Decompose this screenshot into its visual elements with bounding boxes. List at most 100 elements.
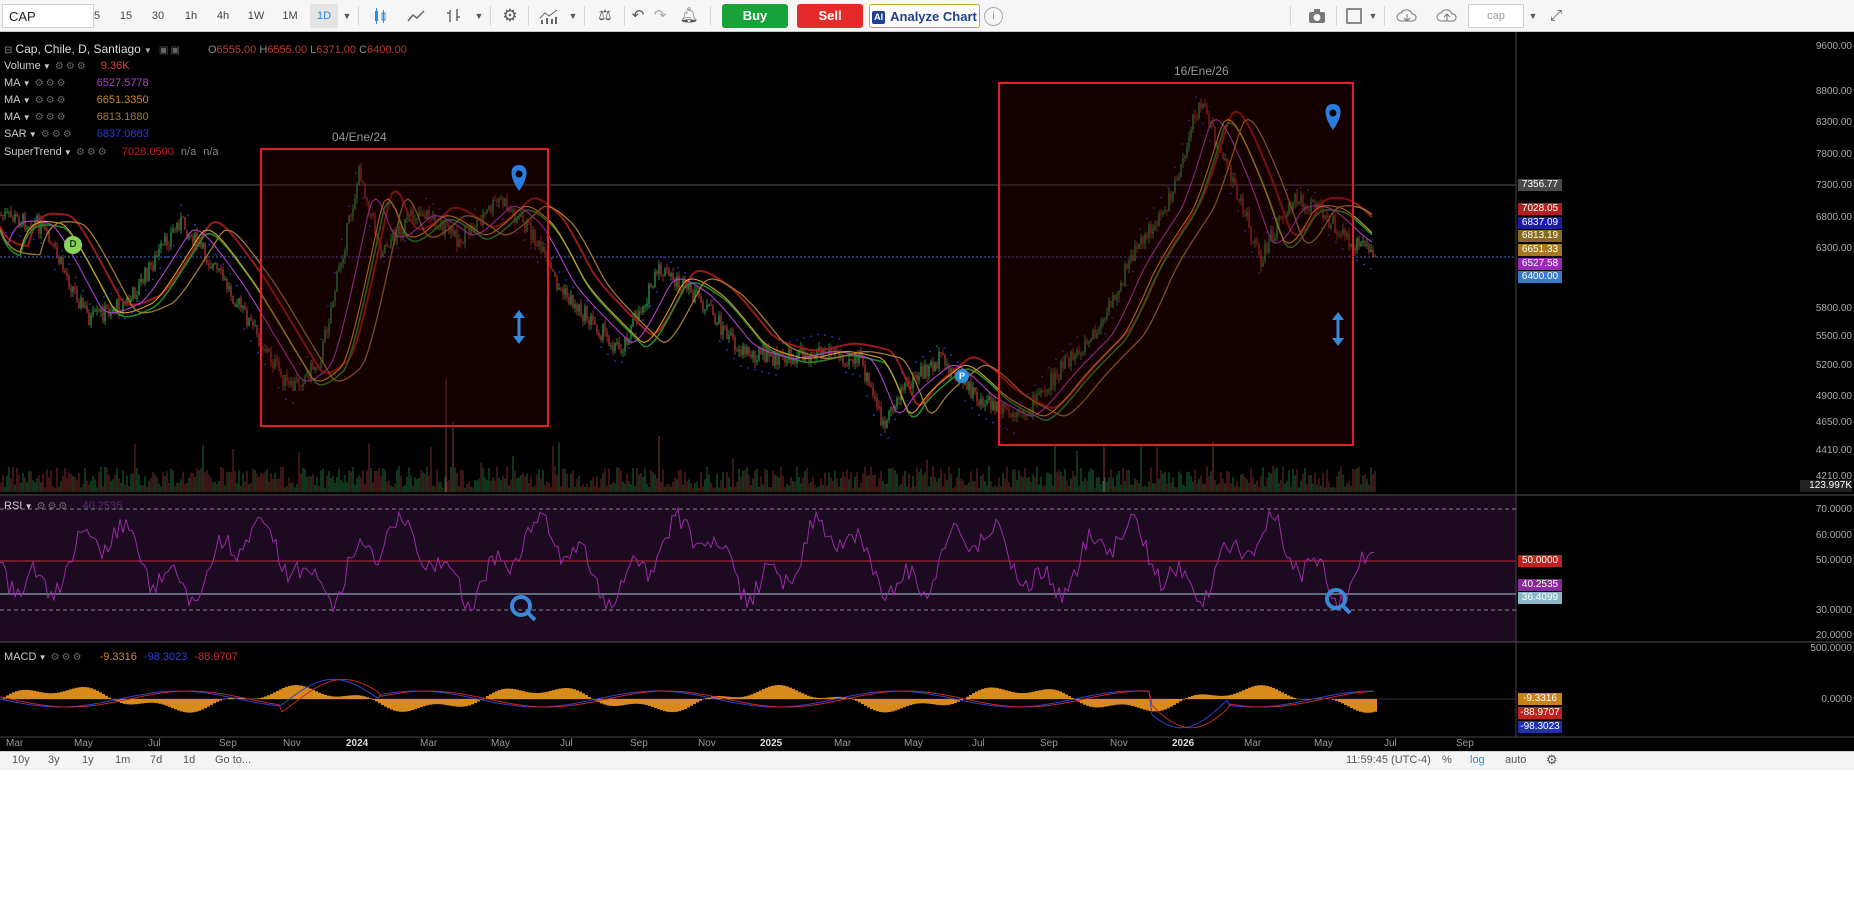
analyze-chart-button[interactable]: AI Analyze Chart	[869, 4, 980, 28]
macd-histogram-bar	[1017, 692, 1020, 699]
volume-bar	[1330, 487, 1332, 492]
range-1y[interactable]: 1y	[82, 754, 94, 766]
ma1-name[interactable]: MA	[4, 77, 21, 89]
buy-button[interactable]: Buy	[722, 4, 788, 28]
chart-type-dropdown-icon[interactable]: ▼	[472, 4, 486, 28]
volume-bar	[1176, 487, 1178, 492]
range-10y[interactable]: 10y	[12, 754, 30, 766]
range-7d[interactable]: 7d	[150, 754, 162, 766]
range-1m[interactable]: 1m	[115, 754, 130, 766]
interval-dropdown-icon[interactable]: ▼	[340, 4, 354, 28]
candle-body	[4, 212, 6, 216]
gear-icon[interactable]: ⚙	[496, 4, 524, 28]
event-marker-icon[interactable]: P	[955, 369, 969, 383]
auto-toggle[interactable]: auto	[1505, 754, 1526, 766]
supertrend-controls-icon[interactable]: ⚙⚙⚙	[76, 145, 116, 161]
candle-body	[52, 243, 54, 245]
percent-toggle[interactable]: %	[1442, 754, 1452, 766]
sar-controls-icon[interactable]: ⚙⚙⚙	[41, 127, 91, 143]
range-1d[interactable]: 1d	[183, 754, 195, 766]
camera-icon[interactable]	[1302, 4, 1332, 28]
supertrend-name[interactable]: SuperTrend	[4, 146, 62, 158]
range-3y[interactable]: 3y	[48, 754, 60, 766]
macd-histogram-bar	[522, 691, 525, 699]
sar-dot	[901, 371, 903, 374]
ma3-name[interactable]: MA	[4, 111, 21, 123]
redo-icon[interactable]: ↷	[650, 4, 670, 28]
sell-button[interactable]: Sell	[797, 4, 863, 28]
search-dropdown-icon[interactable]: ▼	[1526, 4, 1540, 28]
volume-bar	[126, 475, 128, 492]
volume-bar	[70, 474, 72, 492]
cloud-download-icon[interactable]	[1392, 4, 1422, 28]
macd-histogram-bar	[984, 688, 987, 699]
ma1-controls-icon[interactable]: ⚙⚙⚙	[35, 76, 91, 92]
macd-histogram-bar	[369, 698, 372, 699]
candles-icon[interactable]	[366, 4, 394, 28]
macd-histogram-bar	[378, 699, 381, 704]
box1-date-label[interactable]: 04/Ene/24	[332, 130, 387, 144]
layout-icon[interactable]	[1342, 4, 1366, 28]
rsi-name[interactable]: RSI	[4, 500, 22, 512]
ma3-controls-icon[interactable]: ⚙⚙⚙	[35, 110, 91, 126]
sar-dot	[215, 253, 217, 256]
series-controls-icon[interactable]: ▣▣	[159, 43, 199, 59]
indicators-icon[interactable]	[534, 4, 564, 28]
line-chart-icon[interactable]	[400, 4, 432, 28]
interval-5[interactable]: 5	[86, 4, 108, 28]
volume-bar	[1242, 473, 1244, 492]
fullscreen-icon[interactable]: ⤢	[1544, 4, 1568, 28]
volume-bar	[354, 484, 356, 492]
axis-settings-icon[interactable]: ⚙	[1546, 752, 1558, 768]
volume-bar	[500, 480, 502, 492]
box2-date-label[interactable]: 16/Ene/26	[1174, 64, 1229, 78]
volume-bar	[240, 485, 242, 492]
volume-name[interactable]: Volume	[4, 60, 41, 72]
compare-icon[interactable]: ⚖	[590, 4, 620, 28]
volume-bar	[1240, 474, 1242, 492]
volume-bar	[618, 467, 620, 492]
interval-15[interactable]: 15	[114, 4, 138, 28]
sar-name[interactable]: SAR	[4, 128, 27, 140]
volume-controls-icon[interactable]: ⚙⚙⚙	[55, 59, 95, 75]
dividend-marker-icon[interactable]: D	[64, 236, 82, 254]
volume-bar	[596, 476, 598, 492]
indicators-dropdown-icon[interactable]: ▼	[566, 4, 580, 28]
series-name[interactable]: Cap, Chile, D, Santiago	[15, 42, 140, 56]
log-toggle[interactable]: log	[1470, 754, 1485, 766]
symbol-input[interactable]: CAP	[2, 4, 94, 28]
goto-button[interactable]: Go to...	[215, 754, 251, 766]
collapse-icon[interactable]: ⊟	[4, 45, 12, 56]
interval-1d[interactable]: 1D	[310, 4, 338, 28]
volume-bar	[458, 486, 460, 492]
series-dropdown-icon[interactable]: ▼	[144, 46, 152, 55]
rsi-controls-icon[interactable]: ⚙⚙⚙	[36, 499, 76, 515]
volume-bar	[1320, 485, 1322, 492]
bars-icon[interactable]	[440, 4, 468, 28]
macd-histogram-bar	[753, 693, 756, 699]
chart-canvas[interactable]	[0, 32, 1854, 751]
macd-name[interactable]: MACD	[4, 651, 36, 663]
layout-dropdown-icon[interactable]: ▼	[1366, 4, 1380, 28]
undo-icon[interactable]: ↶	[628, 4, 648, 28]
interval-4h[interactable]: 4h	[210, 4, 236, 28]
layout-search-input[interactable]: cap	[1468, 4, 1524, 28]
interval-1h[interactable]: 1h	[178, 4, 204, 28]
ma2-name[interactable]: MA	[4, 94, 21, 106]
cloud-upload-icon[interactable]	[1432, 4, 1462, 28]
volume-bar	[836, 478, 838, 492]
volume-bar	[114, 474, 116, 492]
info-icon[interactable]: i	[984, 7, 1003, 26]
price-axis-label: 7800.00	[1815, 149, 1852, 160]
ma2-controls-icon[interactable]: ⚙⚙⚙	[35, 93, 91, 109]
alert-icon[interactable]: 🔔︎	[676, 4, 702, 28]
macd-histogram-bar	[189, 699, 192, 713]
macd-controls-icon[interactable]: ⚙⚙⚙	[51, 650, 91, 666]
interval-1m[interactable]: 1M	[276, 4, 304, 28]
volume-bar	[22, 473, 24, 492]
candle-body	[238, 298, 240, 305]
macd-histogram-bar	[441, 699, 444, 705]
interval-1w[interactable]: 1W	[242, 4, 270, 28]
interval-30[interactable]: 30	[146, 4, 170, 28]
price-tag: 6837.09	[1518, 217, 1562, 229]
